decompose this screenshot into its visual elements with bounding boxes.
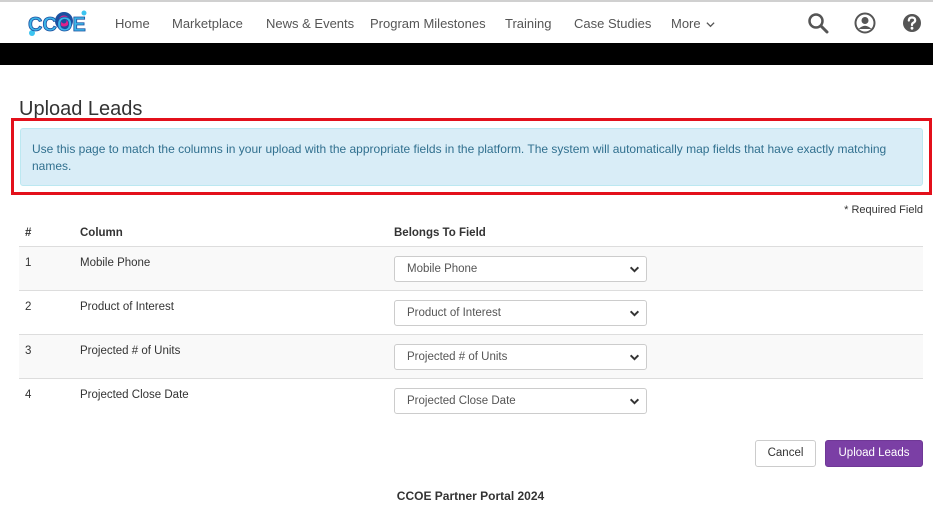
row-number: 3 xyxy=(25,345,32,357)
upload-leads-button[interactable]: Upload Leads xyxy=(825,440,923,467)
field-select[interactable]: Projected Close Date xyxy=(394,388,647,414)
nav-news-events[interactable]: News & Events xyxy=(266,16,354,31)
chevron-down-icon xyxy=(706,22,715,28)
chevron-down-icon xyxy=(629,398,640,405)
header-column: Column xyxy=(80,227,123,239)
row-column-name: Projected # of Units xyxy=(80,345,181,357)
row-number: 2 xyxy=(25,301,32,313)
header-number: # xyxy=(25,227,32,239)
nav-more-label: More xyxy=(671,16,701,31)
table-row: 2 Product of Interest Product of Interes… xyxy=(19,291,923,335)
chevron-down-icon xyxy=(629,310,640,317)
field-select[interactable]: Projected # of Units xyxy=(394,344,647,370)
row-column-name: Product of Interest xyxy=(80,301,174,313)
help-icon[interactable] xyxy=(901,12,923,34)
field-select-value: Product of Interest xyxy=(407,307,501,319)
field-select-value: Mobile Phone xyxy=(407,263,478,275)
top-navigation: CCOE Home Marketplace News & Events Prog… xyxy=(0,0,933,43)
header-banner-bar xyxy=(0,43,933,65)
nav-more[interactable]: More xyxy=(671,16,715,31)
nav-case-studies[interactable]: Case Studies xyxy=(574,16,651,31)
table-row: 1 Mobile Phone Mobile Phone xyxy=(19,247,923,291)
search-icon[interactable] xyxy=(807,12,829,34)
row-number: 1 xyxy=(25,257,32,269)
row-number: 4 xyxy=(25,389,32,401)
table-row: 4 Projected Close Date Projected Close D… xyxy=(19,379,923,423)
logo-text: CCOE xyxy=(28,14,86,36)
field-select-value: Projected Close Date xyxy=(407,395,516,407)
nav-home[interactable]: Home xyxy=(115,16,150,31)
footer-text: CCOE Partner Portal 2024 xyxy=(396,489,545,503)
nav-program-milestones[interactable]: Program Milestones xyxy=(370,16,486,31)
table-row: 3 Projected # of Units Projected # of Un… xyxy=(19,335,923,379)
row-column-name: Mobile Phone xyxy=(80,257,151,269)
required-field-note: * Required Field xyxy=(844,204,923,216)
chevron-down-icon xyxy=(629,266,640,273)
field-select[interactable]: Product of Interest xyxy=(394,300,647,326)
nav-marketplace[interactable]: Marketplace xyxy=(172,16,243,31)
chevron-down-icon xyxy=(629,354,640,361)
cancel-button[interactable]: Cancel xyxy=(755,440,816,467)
header-belongs-to-field: Belongs To Field xyxy=(394,227,486,239)
field-select[interactable]: Mobile Phone xyxy=(394,256,647,282)
info-alert: Use this page to match the columns in yo… xyxy=(20,128,923,186)
field-select-value: Projected # of Units xyxy=(407,351,508,363)
user-account-icon[interactable] xyxy=(854,12,876,34)
ccoe-logo[interactable]: CCOE xyxy=(26,7,90,39)
row-column-name: Projected Close Date xyxy=(80,389,189,401)
nav-training[interactable]: Training xyxy=(505,16,551,31)
